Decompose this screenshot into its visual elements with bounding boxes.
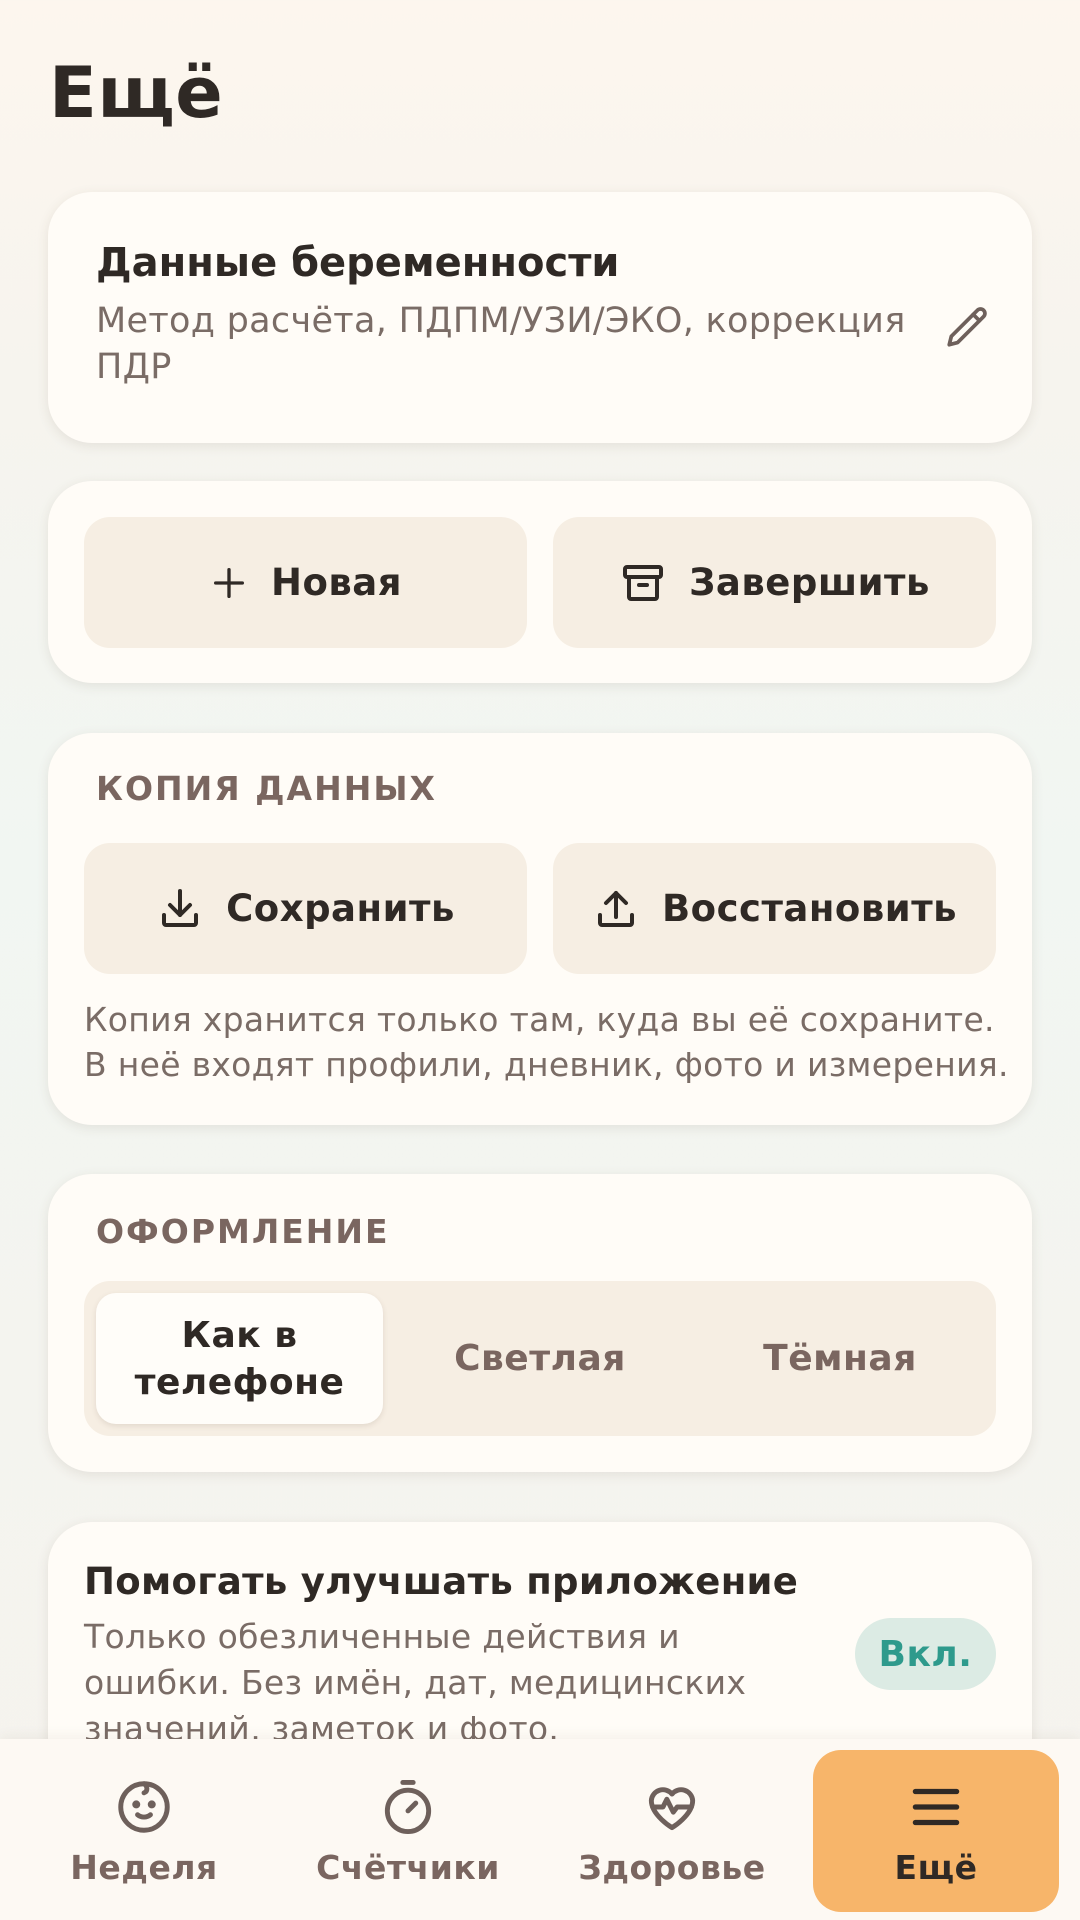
restore-backup-button[interactable]: Восстановить bbox=[553, 843, 996, 974]
nav-item-counters[interactable]: Счётчики bbox=[285, 1750, 531, 1912]
page-title: Ещё bbox=[49, 52, 224, 134]
nav-label-more: Ещё bbox=[894, 1847, 978, 1887]
bottom-navigation: Неделя Счётчики Здоровье Ещё bbox=[0, 1739, 1080, 1920]
theme-option-dark[interactable]: Тёмная bbox=[696, 1281, 984, 1436]
nav-item-week[interactable]: Неделя bbox=[21, 1750, 267, 1912]
theme-option-system[interactable]: Как в телефоне bbox=[96, 1293, 383, 1424]
theme-segmented-control: Как в телефоне Светлая Тёмная bbox=[84, 1281, 996, 1436]
nav-label-health: Здоровье bbox=[578, 1847, 766, 1887]
analytics-consent-title: Помогать улучшать приложение bbox=[84, 1560, 799, 1603]
finish-pregnancy-button[interactable]: Завершить bbox=[553, 517, 996, 648]
menu-icon bbox=[912, 1788, 960, 1825]
edit-pregnancy-button[interactable] bbox=[930, 290, 1006, 366]
nav-label-week: Неделя bbox=[70, 1847, 218, 1887]
analytics-toggle[interactable]: Вкл. bbox=[855, 1618, 996, 1690]
save-backup-button[interactable]: Сохранить bbox=[84, 843, 527, 974]
theme-card: ОФОРМЛЕНИЕ Как в телефоне Светлая Тёмная bbox=[48, 1174, 1032, 1472]
pencil-icon bbox=[947, 307, 987, 347]
pregnancy-data-title: Данные беременности bbox=[96, 240, 620, 286]
backup-section-label: КОПИЯ ДАННЫХ bbox=[96, 769, 437, 808]
download-icon bbox=[162, 888, 199, 927]
new-pregnancy-button[interactable]: Новая bbox=[84, 517, 527, 648]
pregnancy-actions-card: Новая Завершить bbox=[48, 481, 1032, 683]
new-pregnancy-label: Новая bbox=[270, 561, 403, 604]
pregnancy-data-card[interactable]: Данные беременности Метод расчёта, ПДПМ/… bbox=[48, 192, 1032, 443]
stopwatch-icon bbox=[384, 1779, 432, 1834]
baby-face-icon bbox=[118, 1780, 170, 1833]
plus-icon bbox=[213, 567, 244, 598]
data-backup-card: КОПИЯ ДАННЫХ Сохранить Восстановить Копи… bbox=[48, 733, 1032, 1125]
nav-label-counters: Счётчики bbox=[316, 1847, 500, 1887]
pregnancy-data-subtitle: Метод расчёта, ПДПМ/УЗИ/ЭКО, коррекция П… bbox=[96, 301, 906, 387]
finish-pregnancy-label: Завершить bbox=[689, 561, 930, 604]
backup-note: Копия хранится только там, куда вы её со… bbox=[84, 1000, 1009, 1084]
analytics-consent-description: Только обезличенные действия и ошибки. Б… bbox=[84, 1617, 747, 1748]
nav-item-more[interactable]: Ещё bbox=[813, 1750, 1059, 1912]
upload-icon bbox=[597, 890, 634, 927]
theme-section-label: ОФОРМЛЕНИЕ bbox=[96, 1212, 390, 1251]
theme-option-light[interactable]: Светлая bbox=[396, 1281, 684, 1436]
nav-item-health[interactable]: Здоровье bbox=[549, 1750, 795, 1912]
archive-icon bbox=[623, 564, 664, 601]
save-backup-label: Сохранить bbox=[226, 887, 455, 930]
restore-backup-label: Восстановить bbox=[661, 887, 958, 930]
heart-pulse-icon bbox=[648, 1786, 696, 1830]
